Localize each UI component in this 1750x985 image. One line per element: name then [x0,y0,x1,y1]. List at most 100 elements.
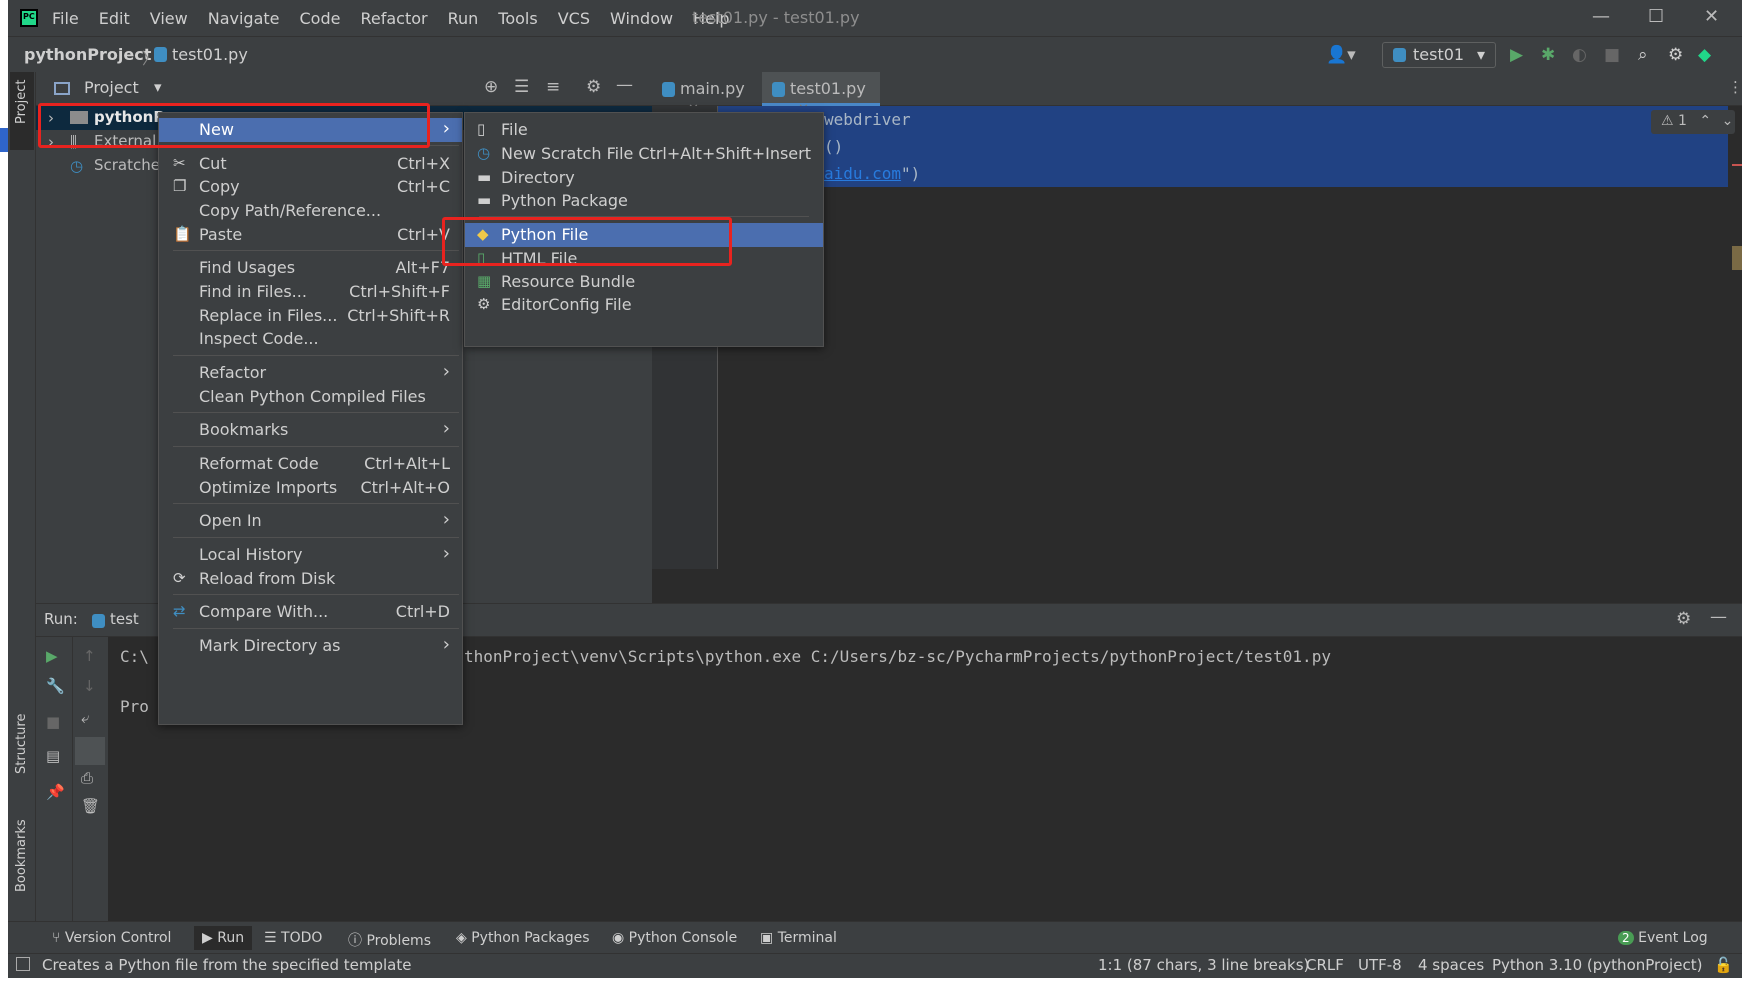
submenu-item-new-scratch-file[interactable]: ◷ New Scratch File Ctrl+Alt+Shift+Insert [465,142,823,166]
error-stripe-mark[interactable] [1732,164,1742,166]
structure-stripe-button[interactable]: Structure [14,714,29,774]
stop-icon[interactable]: ■ [1604,45,1620,65]
indent-setting[interactable]: 4 spaces [1418,956,1484,974]
chevron-down-icon[interactable]: ▾ [154,78,162,96]
print-icon[interactable]: ⎙ [81,769,93,787]
tool-python-packages[interactable]: ◈ Python Packages [456,930,590,946]
stop-icon[interactable]: ■ [46,713,60,731]
menu-item-find-in-files[interactable]: Find in Files... Ctrl+Shift+F [159,280,462,304]
background-window-fragment [0,128,8,152]
rerun-icon[interactable]: ▶ [46,647,58,665]
minimize-button[interactable]: — [1592,6,1610,27]
submenu-item-python-package[interactable]: ▬ Python Package [465,189,823,213]
run-configuration-select[interactable]: test01 ▾ [1382,42,1496,68]
toggle-tool-windows-icon[interactable] [16,957,30,971]
menu-item-copy[interactable]: ❐ Copy Ctrl+C [159,175,462,199]
coverage-icon[interactable]: ◐ [1572,45,1587,65]
menu-item-paste[interactable]: 📋 Paste Ctrl+V [159,223,462,247]
menu-item-clean-compiled[interactable]: Clean Python Compiled Files [159,385,462,409]
menu-refactor[interactable]: Refactor [360,9,427,28]
gear-icon[interactable]: ⚙ [1676,609,1691,629]
submenu-item-editorconfig-file[interactable]: ⚙ EditorConfig File [465,293,823,317]
menu-item-reformat-code[interactable]: Reformat Code Ctrl+Alt+L [159,452,462,476]
project-view-title[interactable]: Project [84,78,139,97]
project-stripe-button[interactable]: Project [10,72,34,150]
tool-event-log[interactable]: 2 Event Log [1618,930,1708,946]
search-icon[interactable]: ⌕ [1638,45,1648,65]
tool-run[interactable]: ▶ Run [194,926,253,950]
menu-item-replace-in-files[interactable]: Replace in Files... Ctrl+Shift+R [159,304,462,328]
tab-test01-py[interactable]: test01.py ✕ [762,72,880,117]
locate-icon[interactable]: ⊕ [484,77,498,97]
arrow-down-icon[interactable]: ↓ [83,677,96,695]
tab-main-py[interactable]: main.py ✕ [652,72,762,117]
breadcrumb-project[interactable]: pythonProject [24,45,151,64]
menu-tools[interactable]: Tools [498,9,537,28]
menu-separator [173,537,459,538]
menu-item-local-history[interactable]: Local History › [159,543,462,567]
line-separator[interactable]: CRLF [1306,956,1344,974]
lock-icon[interactable]: 🔓 [1714,956,1733,974]
pin-icon[interactable]: 📌 [46,783,65,801]
menu-view[interactable]: View [150,9,188,28]
menu-navigate[interactable]: Navigate [208,9,280,28]
menu-edit[interactable]: Edit [99,9,130,28]
submenu-item-directory[interactable]: ▬ Directory [465,166,823,190]
tool-todo[interactable]: ☰ TODO [264,930,322,946]
file-encoding[interactable]: UTF-8 [1358,956,1402,974]
soft-wrap-icon[interactable]: ⤶ [81,709,89,727]
run-icon[interactable]: ▶ [1510,45,1523,65]
debug-icon[interactable]: ✱ [1541,45,1555,65]
menu-item-cut[interactable]: ✂ Cut Ctrl+X [159,152,462,176]
hide-panel-icon[interactable]: — [1710,607,1727,627]
collapse-all-icon[interactable]: ≡ [546,77,560,97]
more-tabs-icon[interactable]: ⋮ [1728,78,1742,96]
menu-file[interactable]: File [52,9,79,28]
menu-item-optimize-imports[interactable]: Optimize Imports Ctrl+Alt+O [159,476,462,500]
python-interpreter[interactable]: Python 3.10 (pythonProject) [1492,956,1702,974]
trash-icon[interactable]: 🗑 [81,797,100,815]
hide-panel-icon[interactable]: — [616,75,633,95]
scroll-marker[interactable] [1732,246,1742,270]
bookmarks-stripe-button[interactable]: Bookmarks [14,819,29,892]
tool-python-console[interactable]: ◉ Python Console [612,930,737,946]
tool-version-control[interactable]: ⑂ Version Control [52,930,171,946]
tool-problems[interactable]: ⓘ Problems [348,930,431,950]
layout-icon[interactable]: ▤ [46,747,60,765]
wrench-icon[interactable]: 🔧 [46,677,65,695]
chevron-down-icon[interactable]: ⌄ [1722,113,1734,129]
warning-icon: ⚠ [1661,113,1674,129]
menu-item-bookmarks[interactable]: Bookmarks › [159,418,462,442]
caret-position[interactable]: 1:1 (87 chars, 3 line breaks) [1098,956,1309,974]
inspection-widget[interactable]: ⚠ 1 ⌃ ⌄ [1651,110,1735,134]
maximize-button[interactable]: ☐ [1648,6,1664,27]
clipboard-icon: 📋 [173,225,192,243]
settings-icon[interactable]: ⚙ [1668,45,1683,65]
user-icon[interactable]: 👤▾ [1326,45,1356,65]
gear-icon[interactable]: ⚙ [586,77,601,97]
menu-vcs[interactable]: VCS [558,9,590,28]
menu-item-open-in[interactable]: Open In › [159,509,462,533]
tool-terminal[interactable]: ▣ Terminal [760,930,837,946]
menu-window[interactable]: Window [610,9,673,28]
project-view-icon [54,82,70,95]
menu-item-refactor[interactable]: Refactor › [159,361,462,385]
submenu-item-file[interactable]: ▯ File [465,118,823,142]
submenu-item-resource-bundle[interactable]: ▦ Resource Bundle [465,270,823,294]
menu-item-find-usages[interactable]: Find Usages Alt+F7 [159,256,462,280]
menu-item-mark-directory[interactable]: Mark Directory as › [159,634,462,658]
menu-item-compare-with[interactable]: ⇄ Compare With... Ctrl+D [159,600,462,624]
run-tab-test01[interactable]: test [110,610,139,628]
scroll-to-end-icon[interactable] [75,737,105,765]
menu-code[interactable]: Code [300,9,341,28]
expand-all-icon[interactable]: ☰ [514,77,529,97]
menu-item-inspect-code[interactable]: Inspect Code... [159,327,462,351]
menu-item-copy-path[interactable]: Copy Path/Reference... [159,199,462,223]
close-button[interactable]: ✕ [1704,6,1719,27]
chevron-up-icon[interactable]: ⌃ [1699,113,1711,129]
plugin-icon[interactable]: ◆ [1698,45,1711,65]
menu-run[interactable]: Run [448,9,479,28]
breadcrumb-file[interactable]: test01.py [172,45,248,64]
arrow-up-icon[interactable]: ↑ [83,647,96,665]
menu-item-reload-from-disk[interactable]: ⟳ Reload from Disk [159,567,462,591]
